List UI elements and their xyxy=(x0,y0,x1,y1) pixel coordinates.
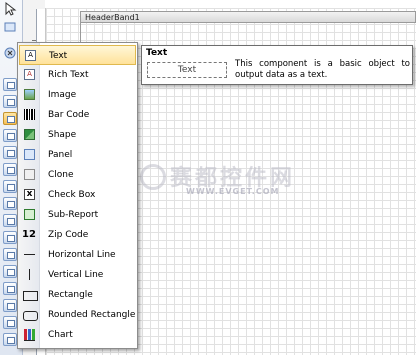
barcode-icon xyxy=(24,109,35,120)
panel-icon xyxy=(24,149,35,160)
toolbar-button[interactable] xyxy=(3,248,17,261)
toolbar-button[interactable] xyxy=(3,265,17,278)
menu-item-bar-code[interactable]: Bar Code xyxy=(19,105,136,125)
menu-item-shape[interactable]: Shape xyxy=(19,125,136,145)
component-menu: A Text A Rich Text Image Bar Code Shape … xyxy=(17,42,138,349)
menu-item-horizontal-line[interactable]: Horizontal Line xyxy=(19,245,136,265)
text-component-icon: A xyxy=(25,50,36,61)
image-icon xyxy=(24,89,35,100)
clone-icon xyxy=(24,169,35,180)
watermark: 赛都控件网 WWW.EVGET.COM xyxy=(140,160,310,200)
shape-icon xyxy=(24,129,35,140)
toolbar-button[interactable] xyxy=(3,95,17,108)
menu-item-rich-text[interactable]: A Rich Text xyxy=(19,65,136,85)
toolbar-button[interactable] xyxy=(3,282,17,295)
menu-item-text[interactable]: A Text xyxy=(19,45,136,65)
toolbar-button[interactable] xyxy=(3,299,17,312)
toolbar-button[interactable] xyxy=(3,316,17,329)
toolbar-button[interactable] xyxy=(3,129,17,142)
toolbar-button[interactable] xyxy=(3,197,17,210)
menu-item-check-box[interactable]: x Check Box xyxy=(19,185,136,205)
menu-item-chart[interactable]: Chart xyxy=(19,325,136,345)
chart-icon xyxy=(24,329,35,341)
header-band-label: HeaderBand1 xyxy=(85,13,140,22)
rectangle-icon xyxy=(23,291,38,301)
subreport-icon xyxy=(24,209,35,220)
pointer-tool-icon[interactable] xyxy=(3,1,17,16)
horizontal-line-icon xyxy=(24,254,35,255)
toolbar-button[interactable] xyxy=(3,333,17,346)
component-group-icon[interactable] xyxy=(3,46,17,60)
tooltip-description: This component is a basic object to outp… xyxy=(235,59,410,80)
menu-item-clone[interactable]: Clone xyxy=(19,165,136,185)
page-top-margin xyxy=(45,0,416,8)
tooltip-sample-text-box: Text xyxy=(147,62,227,78)
ruler-corner xyxy=(36,0,45,9)
toolbar-button[interactable] xyxy=(3,180,17,193)
select-tool-icon[interactable] xyxy=(3,20,17,34)
watermark-logo-icon xyxy=(140,164,166,190)
menu-item-sub-report[interactable]: Sub-Report xyxy=(19,205,136,225)
menu-item-panel[interactable]: Panel xyxy=(19,145,136,165)
toolbar-button[interactable] xyxy=(3,231,17,244)
toolbar-button[interactable] xyxy=(3,146,17,159)
menu-item-image[interactable]: Image xyxy=(19,85,136,105)
rounded-rectangle-icon xyxy=(23,311,38,321)
toolbar-button-active[interactable] xyxy=(3,112,17,125)
vertical-line-icon xyxy=(29,269,30,280)
toolbar-button[interactable] xyxy=(3,78,17,91)
menu-item-rounded-rectangle[interactable]: Rounded Rectangle xyxy=(19,305,136,325)
toolbar-button[interactable] xyxy=(3,163,17,176)
menu-item-zip-code[interactable]: 12 Zip Code xyxy=(19,225,136,245)
header-band[interactable]: HeaderBand1 xyxy=(80,11,416,23)
menu-item-vertical-line[interactable]: Vertical Line xyxy=(19,265,136,285)
toolbar-button[interactable] xyxy=(3,214,17,227)
menu-item-rectangle[interactable]: Rectangle xyxy=(19,285,136,305)
tooltip-title: Text xyxy=(146,48,168,58)
rich-text-icon: A xyxy=(24,69,35,80)
zipcode-icon: 12 xyxy=(22,229,36,240)
component-tooltip: Text Text This component is a basic obje… xyxy=(141,45,413,85)
checkbox-icon: x xyxy=(24,189,35,200)
